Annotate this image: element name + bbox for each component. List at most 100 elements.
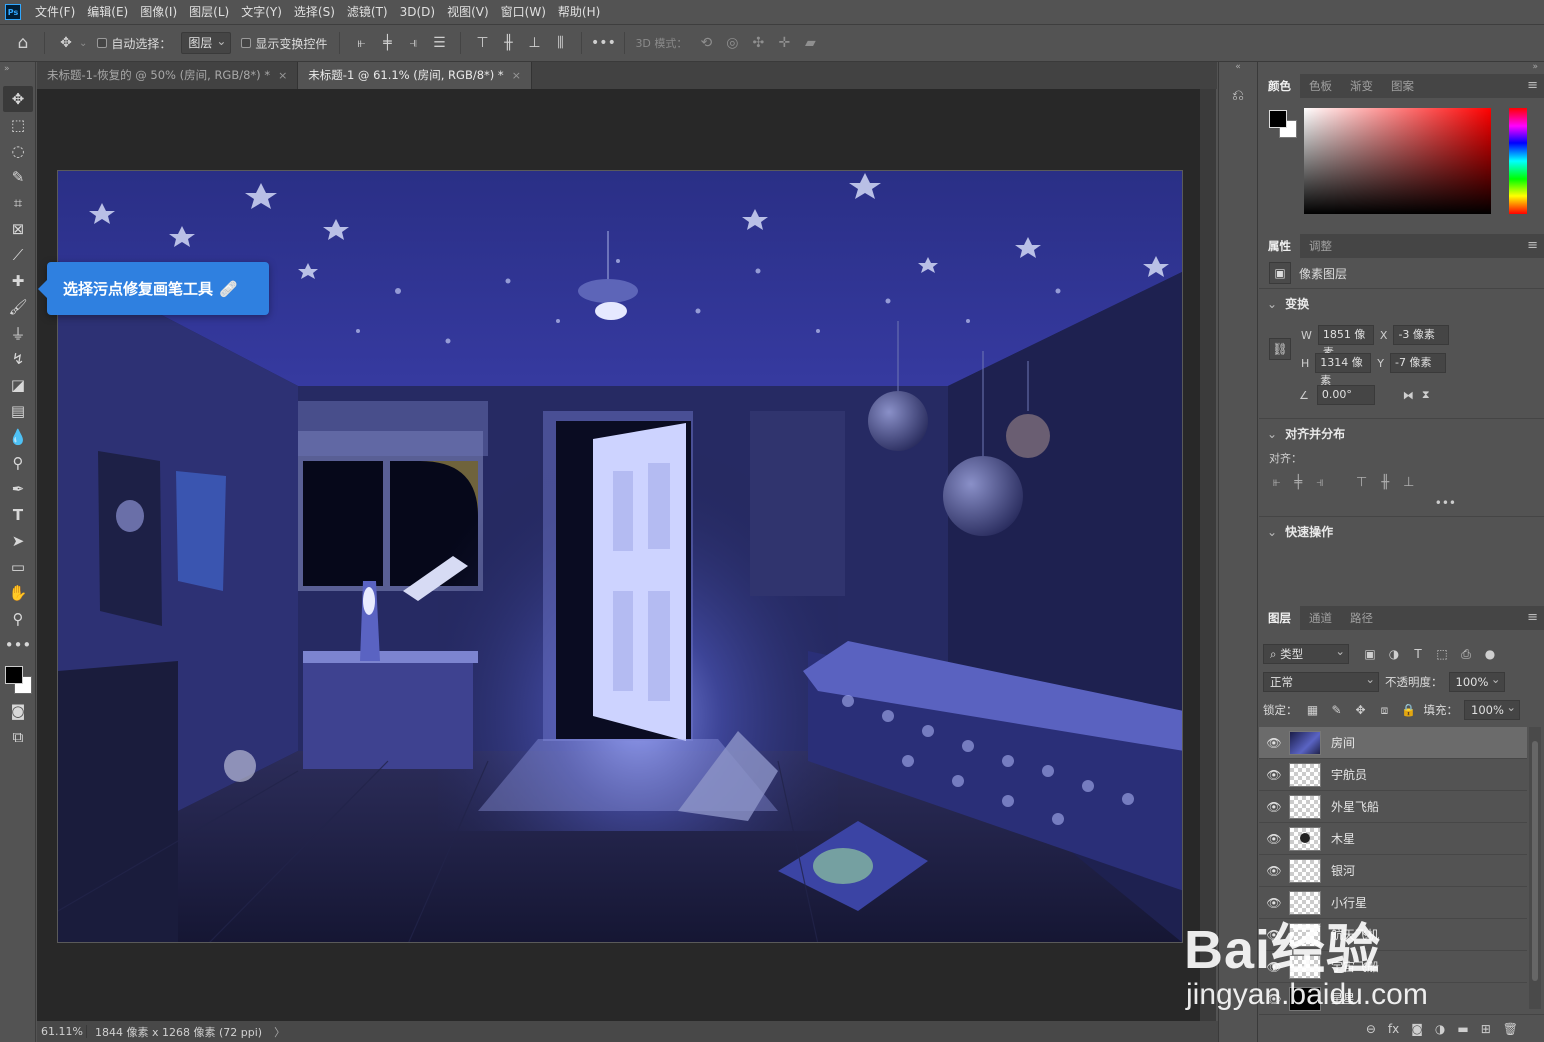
- foreground-color-swatch[interactable]: [1269, 110, 1287, 128]
- scrollbar-thumb[interactable]: [1532, 741, 1538, 981]
- lasso-tool-icon[interactable]: ◌: [3, 138, 33, 164]
- 3d-slide-icon[interactable]: ✛: [773, 32, 795, 54]
- tab-swatches[interactable]: 色板: [1300, 74, 1341, 98]
- color-swatches[interactable]: [3, 664, 33, 698]
- home-icon[interactable]: ⌂: [12, 32, 34, 54]
- rectangle-tool-icon[interactable]: ▭: [3, 554, 33, 580]
- quick-mask-icon[interactable]: ◙: [3, 698, 33, 724]
- chevron-down-icon[interactable]: ⌄: [1267, 525, 1277, 539]
- tab-paths[interactable]: 路径: [1341, 606, 1382, 630]
- menu-view[interactable]: 视图(V): [441, 0, 495, 24]
- x-field[interactable]: -3 像素: [1393, 325, 1450, 345]
- y-field[interactable]: -7 像素: [1390, 353, 1447, 373]
- gradient-tool-icon[interactable]: ▤: [3, 398, 33, 424]
- chevron-down-icon[interactable]: ⌄: [1267, 297, 1277, 311]
- menu-image[interactable]: 图像(I): [134, 0, 183, 24]
- height-field[interactable]: 1314 像素: [1315, 353, 1372, 387]
- spot-healing-brush-icon[interactable]: ✚: [3, 268, 33, 294]
- align-bottom-icon[interactable]: ⊥: [1403, 475, 1414, 490]
- hand-tool-icon[interactable]: ✋: [3, 580, 33, 606]
- filter-adjustment-icon[interactable]: ◑: [1385, 647, 1403, 661]
- flip-horizontal-icon[interactable]: ⧓: [1403, 389, 1414, 402]
- align-center-h-icon[interactable]: ╪: [1294, 475, 1302, 490]
- layers-scrollbar[interactable]: [1529, 727, 1541, 1009]
- collapse-dock-icon[interactable]: «: [1219, 62, 1257, 74]
- align-top-icon[interactable]: ⊤: [471, 32, 493, 54]
- checkbox-box[interactable]: [97, 38, 108, 48]
- filter-shape-icon[interactable]: ⬚: [1433, 647, 1451, 661]
- dodge-tool-icon[interactable]: ⚲: [3, 450, 33, 476]
- link-layers-icon[interactable]: ⊖: [1366, 1022, 1376, 1036]
- panel-menu-icon[interactable]: ≡: [1527, 74, 1538, 98]
- visibility-eye-icon[interactable]: 👁: [1259, 832, 1289, 846]
- fill-field[interactable]: 100%: [1464, 698, 1520, 720]
- delete-layer-icon[interactable]: 🗑: [1503, 1022, 1518, 1036]
- marquee-tool-icon[interactable]: ⬚: [3, 112, 33, 138]
- panel-menu-icon[interactable]: ≡: [1527, 234, 1538, 258]
- zoom-level[interactable]: 61.11%: [37, 1025, 87, 1038]
- document-tab-recovered[interactable]: 未标题-1-恢复的 @ 50% (房间, RGB/8*) * ×: [37, 62, 299, 89]
- align-middle-v-icon[interactable]: ╫: [1381, 475, 1389, 490]
- flip-vertical-icon[interactable]: ⧗: [1422, 388, 1430, 402]
- move-tool-icon[interactable]: ✥: [55, 32, 77, 54]
- lock-pixels-icon[interactable]: ✎: [1328, 703, 1346, 717]
- align-center-h-icon[interactable]: ╪: [376, 32, 398, 54]
- visibility-eye-icon[interactable]: 👁: [1259, 960, 1289, 974]
- align-middle-v-icon[interactable]: ╫: [497, 32, 519, 54]
- align-top-icon[interactable]: ⊤: [1356, 475, 1367, 490]
- link-icon[interactable]: ⛓: [1269, 338, 1291, 360]
- more-options-icon[interactable]: •••: [591, 32, 616, 54]
- align-right-icon[interactable]: ⫣: [1316, 475, 1324, 490]
- color-picker-field[interactable]: [1304, 108, 1491, 214]
- visibility-eye-icon[interactable]: 👁: [1259, 736, 1289, 750]
- history-panel-icon[interactable]: ⎌: [1224, 82, 1252, 108]
- add-layer-style-icon[interactable]: fx: [1388, 1022, 1399, 1036]
- tab-layers[interactable]: 图层: [1259, 606, 1300, 630]
- opacity-field[interactable]: 100%: [1448, 670, 1505, 692]
- foreground-color-swatch[interactable]: [5, 666, 23, 684]
- frame-tool-icon[interactable]: ⊠: [3, 216, 33, 242]
- layer-row[interactable]: 👁 宇航员: [1259, 759, 1527, 791]
- filter-type-icon[interactable]: T: [1409, 647, 1427, 661]
- vertical-scrollbar[interactable]: [1200, 89, 1216, 1021]
- visibility-eye-icon[interactable]: 👁: [1259, 864, 1289, 878]
- menu-filter[interactable]: 滤镜(T): [341, 0, 394, 24]
- path-selection-icon[interactable]: ➤: [3, 528, 33, 554]
- 3d-video-camera-icon[interactable]: ▰: [799, 32, 821, 54]
- layer-row[interactable]: 👁 外星飞船: [1259, 791, 1527, 823]
- tab-gradients[interactable]: 渐变: [1341, 74, 1382, 98]
- menu-window[interactable]: 窗口(W): [495, 0, 552, 24]
- filter-pixel-icon[interactable]: ▣: [1361, 647, 1379, 661]
- menu-type[interactable]: 文字(Y): [235, 0, 288, 24]
- adjustment-layer-icon[interactable]: ◑: [1435, 1022, 1445, 1036]
- tab-patterns[interactable]: 图案: [1382, 74, 1423, 98]
- canvas-workspace[interactable]: 选择污点修复画笔工具 🩹: [37, 89, 1200, 1021]
- menu-file[interactable]: 文件(F): [29, 0, 81, 24]
- chevron-down-icon[interactable]: ⌄: [79, 38, 87, 49]
- visibility-eye-icon[interactable]: 👁: [1259, 768, 1289, 782]
- align-section-header[interactable]: ⌄ 对齐并分布: [1259, 418, 1544, 448]
- layer-row[interactable]: 👁 房间: [1259, 727, 1527, 759]
- visibility-eye-icon[interactable]: 👁: [1259, 928, 1289, 942]
- align-more-icon[interactable]: •••: [1259, 496, 1544, 516]
- tab-channels[interactable]: 通道: [1300, 606, 1341, 630]
- brush-tool-icon[interactable]: 🖌: [3, 294, 33, 320]
- menu-help[interactable]: 帮助(H): [552, 0, 606, 24]
- filter-toggle-icon[interactable]: ●: [1481, 647, 1499, 661]
- menu-layer[interactable]: 图层(L): [183, 0, 235, 24]
- crop-tool-icon[interactable]: ⌗: [3, 190, 33, 216]
- 3d-roll-icon[interactable]: ◎: [721, 32, 743, 54]
- layer-row[interactable]: 👁 星星: [1259, 983, 1527, 1015]
- transform-section-header[interactable]: ⌄ 变换: [1259, 288, 1544, 318]
- checkbox-box[interactable]: [241, 38, 252, 48]
- add-mask-icon[interactable]: ◙: [1411, 1022, 1423, 1036]
- align-left-icon[interactable]: ⫦: [350, 32, 372, 54]
- visibility-eye-icon[interactable]: 👁: [1259, 800, 1289, 814]
- tab-properties[interactable]: 属性: [1259, 234, 1300, 258]
- type-tool-icon[interactable]: T: [3, 502, 33, 528]
- new-layer-icon[interactable]: ⊞: [1481, 1022, 1491, 1036]
- move-tool-icon[interactable]: ✥: [3, 86, 33, 112]
- layer-row[interactable]: 👁 银河: [1259, 855, 1527, 887]
- lock-artboard-icon[interactable]: ⧈: [1376, 703, 1394, 718]
- document-tab-active[interactable]: 未标题-1 @ 61.1% (房间, RGB/8*) * ×: [298, 62, 532, 89]
